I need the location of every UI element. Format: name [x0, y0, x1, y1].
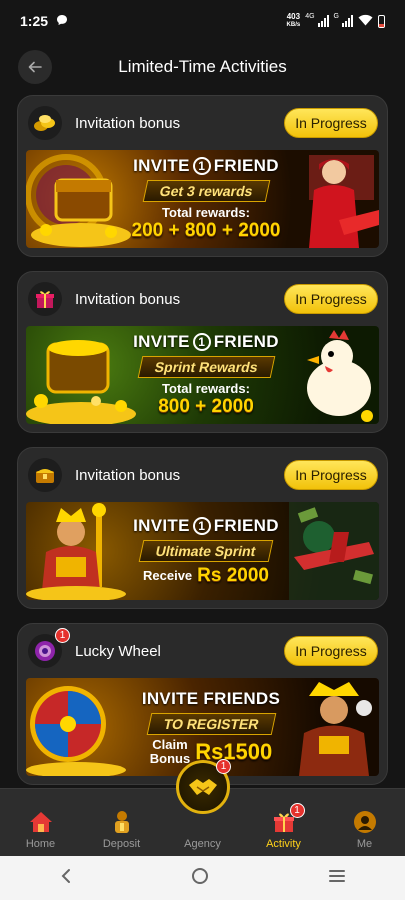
rooster-character-image — [307, 330, 373, 422]
activity-card[interactable]: Invitation bonus In Progress INVITE 1 FRIE… — [17, 447, 388, 609]
system-nav-bar — [0, 856, 405, 900]
gift-box-icon — [28, 282, 62, 316]
treasure-chest-icon — [28, 458, 62, 492]
nav-activity[interactable]: 1 Activity — [249, 803, 319, 850]
handshake-icon — [189, 779, 217, 795]
banner-pill: Get 3 rewards — [142, 180, 270, 202]
gold-coins-icon — [28, 106, 62, 140]
system-back-icon[interactable] — [59, 868, 73, 889]
gift-icon: 1 — [271, 803, 305, 835]
status-button[interactable]: In Progress — [284, 636, 378, 666]
banner-pill: Sprint Rewards — [137, 356, 275, 378]
signal-icon — [342, 15, 353, 27]
activity-list[interactable]: Invitation bonus In Progress INVITE 1 FRIE… — [0, 95, 405, 788]
app-screen: 1:25 403 KB/s 4G G Limited-Time Activiti… — [0, 0, 405, 900]
nav-deposit[interactable]: Deposit — [87, 809, 157, 850]
treasure-pot-icon — [26, 340, 136, 424]
home-icon — [28, 809, 54, 835]
nav-home[interactable]: Home — [6, 809, 76, 850]
banner-pill: Ultimate Sprint — [138, 539, 274, 562]
promo-banner[interactable]: INVITE 1 FRIEND Sprint Rewards Total rewar… — [26, 326, 379, 424]
status-button[interactable]: In Progress — [284, 284, 378, 314]
wifi-icon — [358, 14, 373, 28]
agency-center-button[interactable]: 1 — [176, 759, 231, 814]
system-home-icon[interactable] — [191, 867, 209, 890]
prize-wheel-image — [26, 686, 126, 776]
signal-icon — [317, 15, 329, 27]
pilot-character-image — [309, 155, 379, 248]
status-button[interactable]: In Progress — [284, 108, 378, 138]
status-button[interactable]: In Progress — [284, 460, 378, 490]
reward-amount: 200 + 800 + 2000 — [131, 220, 281, 241]
page-title: Limited-Time Activities — [118, 57, 287, 76]
activity-title: Invitation bonus — [75, 114, 181, 132]
activity-card[interactable]: Invitation bonus In Progress INVITE 1 FRIE… — [17, 271, 388, 433]
notification-badge: 1 — [216, 759, 231, 774]
deposit-icon — [109, 809, 135, 835]
back-button[interactable] — [18, 50, 52, 84]
system-recents-icon[interactable] — [328, 869, 346, 888]
golden-king-character-image — [26, 503, 126, 600]
lucky-wheel-icon: 1 — [28, 628, 70, 668]
treasure-chest-icon — [26, 154, 131, 247]
activity-title: Invitation bonus — [75, 466, 181, 484]
banner-pill: TO REGISTER — [146, 712, 276, 735]
promo-banner[interactable]: INVITE 1 FRIEND Get 3 rewards Total reward… — [26, 150, 379, 248]
airplane-image — [289, 502, 379, 600]
activity-card[interactable]: Invitation bonus In Progress INVITE 1 FRIE… — [17, 95, 388, 257]
promo-banner[interactable]: INVITE 1 FRIEND Ultimate Sprint Receive Rs… — [26, 502, 379, 600]
reward-amount: 800 + 2000 — [158, 396, 254, 417]
status-bar: 1:25 403 KB/s 4G G — [0, 0, 405, 42]
notification-badge: 1 — [289, 803, 305, 818]
chat-icon — [56, 13, 68, 29]
activity-title: Lucky Wheel — [75, 642, 161, 660]
page-header: Limited-Time Activities — [0, 42, 405, 92]
status-time: 1:25 — [20, 13, 49, 29]
notification-badge: 1 — [55, 628, 70, 643]
arrow-left-icon — [28, 61, 42, 73]
reward-amount: Rs 2000 — [197, 564, 269, 586]
net-speed: 403 KB/s — [286, 12, 301, 29]
profile-icon — [352, 809, 378, 835]
activity-title: Invitation bonus — [75, 290, 181, 308]
golden-god-character-image — [299, 682, 372, 776]
nav-agency[interactable]: Agency — [168, 809, 238, 850]
battery-icon — [378, 14, 385, 28]
nav-me[interactable]: Me — [330, 809, 400, 850]
